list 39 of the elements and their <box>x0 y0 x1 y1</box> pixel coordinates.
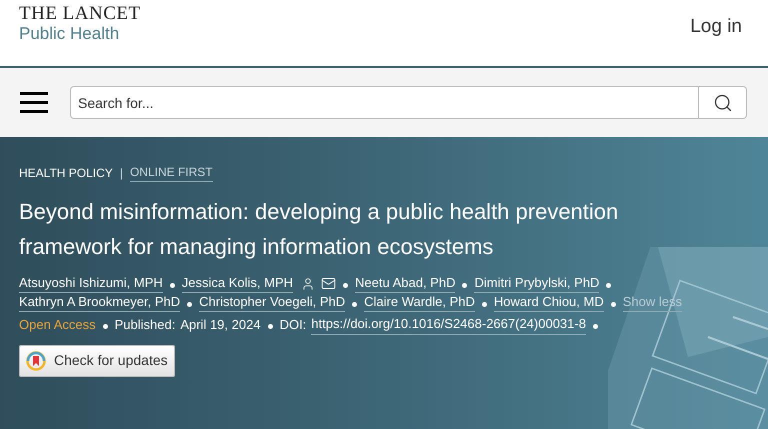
check-updates-button[interactable]: Check for updates <box>19 344 175 376</box>
bullet-icon <box>187 302 192 307</box>
section-label: HEALTH POLICY <box>19 164 113 182</box>
mail-icon[interactable] <box>321 276 336 291</box>
bullet-icon <box>482 302 487 307</box>
bullet-icon <box>102 324 108 329</box>
menu-button[interactable] <box>20 92 50 113</box>
author-link[interactable]: Howard Chiou, MD <box>494 293 604 312</box>
person-icon[interactable] <box>301 276 316 290</box>
author-link[interactable]: Dimitri Prybylski, PhD <box>474 274 600 293</box>
separator: | <box>120 164 123 182</box>
search-field[interactable]: Search for... <box>70 86 699 119</box>
author-link[interactable]: Jessica Kolis, MPH <box>182 274 294 293</box>
author-link[interactable]: Kathryn A Brookmeyer, PhD <box>19 293 180 312</box>
open-access-label: Open Access <box>19 316 96 334</box>
author-link[interactable]: Christopher Voegeli, PhD <box>199 293 346 312</box>
bullet-icon <box>268 324 273 329</box>
published-date: April 19, 2024 <box>180 316 261 334</box>
author-link[interactable]: Atsuyoshi Ishizumi, MPH <box>19 274 163 293</box>
doi-label: DOI: <box>280 316 306 334</box>
bullet-icon <box>592 324 598 329</box>
bullet-icon <box>462 283 468 288</box>
bookmark-badge-icon <box>26 350 46 370</box>
logo-title[interactable]: THE LANCET <box>19 4 141 23</box>
status-link[interactable]: ONLINE FIRST <box>130 163 213 182</box>
search-icon <box>712 92 732 112</box>
bullet-icon <box>170 283 175 288</box>
doi-link[interactable]: https://doi.org/10.1016/S2468-2667(24)00031-8 <box>311 314 586 334</box>
search-button[interactable] <box>699 86 747 119</box>
published-label: Published: <box>114 316 176 334</box>
bullet-icon <box>606 283 612 288</box>
logo-subtitle[interactable]: Public Health <box>19 25 141 42</box>
bullet-icon <box>352 302 358 307</box>
bullet-icon <box>610 302 616 307</box>
login-link[interactable]: Log in <box>690 13 742 42</box>
author-link[interactable]: Neetu Abad, PhD <box>355 274 456 293</box>
article-title: Beyond misinformation: developing a public health prevention framework for managing information ecosystems <box>19 198 620 261</box>
author-link[interactable]: Claire Wardle, PhD <box>364 293 475 312</box>
bullet-icon <box>343 283 348 288</box>
